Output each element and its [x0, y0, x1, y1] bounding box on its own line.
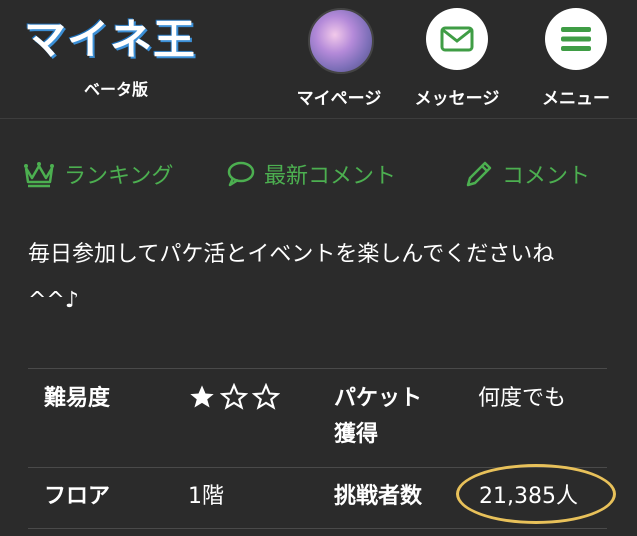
sub-navigation: ランキング 最新コメント コメント — [0, 150, 637, 198]
packet-label-line-1: パケット — [334, 386, 423, 411]
star-filled-icon — [190, 385, 214, 408]
pencil-icon — [466, 161, 492, 187]
star-empty-icon — [252, 383, 280, 410]
nav-ranking-label: ランキング — [64, 164, 174, 189]
description-line-2: ^^♪ — [28, 288, 79, 313]
nav-comment[interactable]: コメント — [464, 150, 590, 198]
description-line-1: 毎日参加してパケ活とイベントを楽しんでくださいね — [28, 242, 555, 267]
avatar — [308, 8, 374, 74]
highlight-circle — [456, 464, 616, 524]
nav-latest-comments[interactable]: 最新コメント — [226, 150, 396, 198]
site-logo[interactable]: マイネ王 ベータ版 — [24, 14, 196, 104]
menu-label: メニュー — [542, 89, 610, 109]
star-empty-icon — [220, 383, 248, 410]
envelope-icon — [426, 8, 488, 70]
table-row: フロア 1階 挑戦者数 21,385人 — [28, 464, 616, 529]
message-button[interactable]: メッセージ — [408, 8, 506, 113]
nav-latest-comments-label: 最新コメント — [264, 164, 397, 189]
packet-label: パケット 獲得 — [334, 381, 422, 453]
my-page-button[interactable]: マイページ — [290, 8, 388, 113]
speech-bubble-icon — [227, 161, 255, 187]
difficulty-label: 難易度 — [44, 386, 111, 411]
hamburger-menu-icon — [545, 8, 607, 70]
logo-title: マイネ王 — [24, 15, 197, 64]
challengers-label: 挑戦者数 — [334, 484, 423, 509]
event-description: 毎日参加してパケ活とイベントを楽しんでくださいね ^^♪ — [28, 232, 618, 324]
packet-value: 何度でも — [478, 386, 567, 411]
logo-beta-label: ベータ版 — [84, 80, 149, 99]
difficulty-stars — [188, 383, 280, 411]
header-divider — [0, 118, 637, 119]
crown-icon — [24, 162, 54, 188]
packet-label-line-2: 獲得 — [334, 422, 379, 447]
menu-button[interactable]: メニュー — [527, 8, 625, 113]
info-table: 難易度 パケット 獲得 何度でも フロア 1階 挑戦者数 21,385人 — [28, 368, 616, 529]
nav-comment-label: コメント — [502, 164, 591, 189]
floor-label: フロア — [44, 484, 111, 509]
my-page-label: マイページ — [296, 89, 382, 109]
floor-value: 1階 — [188, 484, 224, 509]
message-label: メッセージ — [414, 89, 500, 109]
app-header: マイネ王 ベータ版 マイページ メッセージ メニュー — [0, 0, 637, 118]
table-row: 難易度 パケット 獲得 何度でも — [28, 368, 607, 467]
nav-ranking[interactable]: ランキング — [22, 150, 173, 198]
